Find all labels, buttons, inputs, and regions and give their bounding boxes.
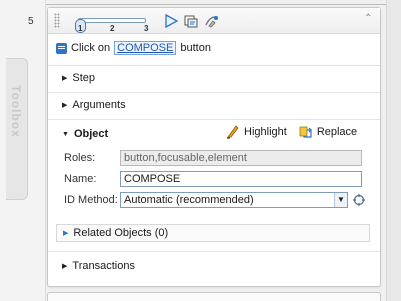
comment-icon <box>56 42 67 54</box>
id-method-label: ID Method: <box>64 194 118 206</box>
replace-label: Replace <box>316 126 358 138</box>
roles-field: button,focusable,element <box>120 150 362 166</box>
related-objects[interactable]: ▶ Related Objects (0) <box>56 224 370 242</box>
slider-tick-label: 3 <box>144 24 149 33</box>
highlight-icon <box>227 125 239 139</box>
slider-track[interactable] <box>75 18 146 33</box>
highlight-label: Highlight <box>244 126 287 138</box>
target-object-link[interactable]: COMPOSE <box>114 41 177 55</box>
section-arguments-header[interactable]: ▶ Arguments <box>62 99 126 111</box>
section-step: ▶ Step <box>48 65 380 91</box>
detail-level-slider[interactable]: 1 2 3 <box>75 13 149 33</box>
section-step-label: Step <box>72 72 96 84</box>
collapse-arrow-icon: ▼ <box>62 130 69 138</box>
section-object-label: Object <box>73 128 109 140</box>
section-step-header[interactable]: ▶ Step <box>62 72 95 84</box>
collapse-icon[interactable]: ⌃ <box>364 13 372 24</box>
section-transactions-label: Transactions <box>72 260 135 272</box>
drag-grip-icon[interactable] <box>54 13 60 28</box>
related-objects-label: Related Objects (0) <box>73 227 169 239</box>
expand-arrow-icon: ▶ <box>63 230 69 237</box>
name-row: Name: COMPOSE <box>64 171 362 187</box>
expand-arrow-icon: ▶ <box>62 75 68 82</box>
id-method-select[interactable]: Automatic (recommended) ▼ <box>120 192 348 208</box>
right-scroll-strip <box>386 0 401 301</box>
step-card: 1 2 3 ⌃ Click on COMPOSE button ▶ Step ▶… <box>47 7 381 287</box>
id-method-value: Automatic (recommended) <box>124 194 254 206</box>
section-arguments: ▶ Arguments <box>48 92 380 118</box>
replace-button[interactable]: Replace <box>299 125 357 139</box>
toolbox-tab[interactable]: Toolbox <box>6 58 28 200</box>
object-picker-icon[interactable] <box>352 193 366 207</box>
id-method-row: ID Method: Automatic (recommended) ▼ <box>64 192 366 208</box>
slider-tick-label: 1 <box>78 24 83 33</box>
replace-icon <box>299 126 312 138</box>
expand-arrow-icon: ▶ <box>62 102 68 109</box>
divider <box>46 4 386 5</box>
record-icon[interactable] <box>183 13 199 29</box>
object-actions: Highlight Replace <box>226 125 365 139</box>
description-suffix: button <box>180 42 211 54</box>
step-description: Click on COMPOSE button <box>56 40 211 56</box>
highlight-button[interactable]: Highlight <box>226 125 287 139</box>
roles-row: Roles: button,focusable,element <box>64 150 362 166</box>
highlight-run-icon[interactable] <box>204 13 220 29</box>
section-object-header[interactable]: ▼ Object <box>62 128 108 140</box>
chevron-down-icon[interactable]: ▼ <box>334 193 347 207</box>
description-prefix: Click on <box>71 42 111 54</box>
expand-arrow-icon: ▶ <box>62 263 68 270</box>
section-transactions: ▶ Transactions <box>48 251 380 281</box>
step-number: 5 <box>28 16 34 27</box>
section-object: ▼ Object Highlight Replace Roles: button… <box>48 119 380 251</box>
section-arguments-label: Arguments <box>72 99 126 111</box>
section-transactions-header[interactable]: ▶ Transactions <box>62 260 135 272</box>
toolbox-label: Toolbox <box>9 85 23 138</box>
name-field[interactable]: COMPOSE <box>120 171 362 187</box>
step-toolbar: 1 2 3 ⌃ <box>48 8 380 34</box>
roles-label: Roles: <box>64 152 96 164</box>
play-icon[interactable] <box>163 13 179 29</box>
name-label: Name: <box>64 173 97 185</box>
next-step-card <box>47 292 381 301</box>
left-gutter: 5 Toolbox <box>0 0 46 301</box>
slider-tick-label: 2 <box>110 24 115 33</box>
